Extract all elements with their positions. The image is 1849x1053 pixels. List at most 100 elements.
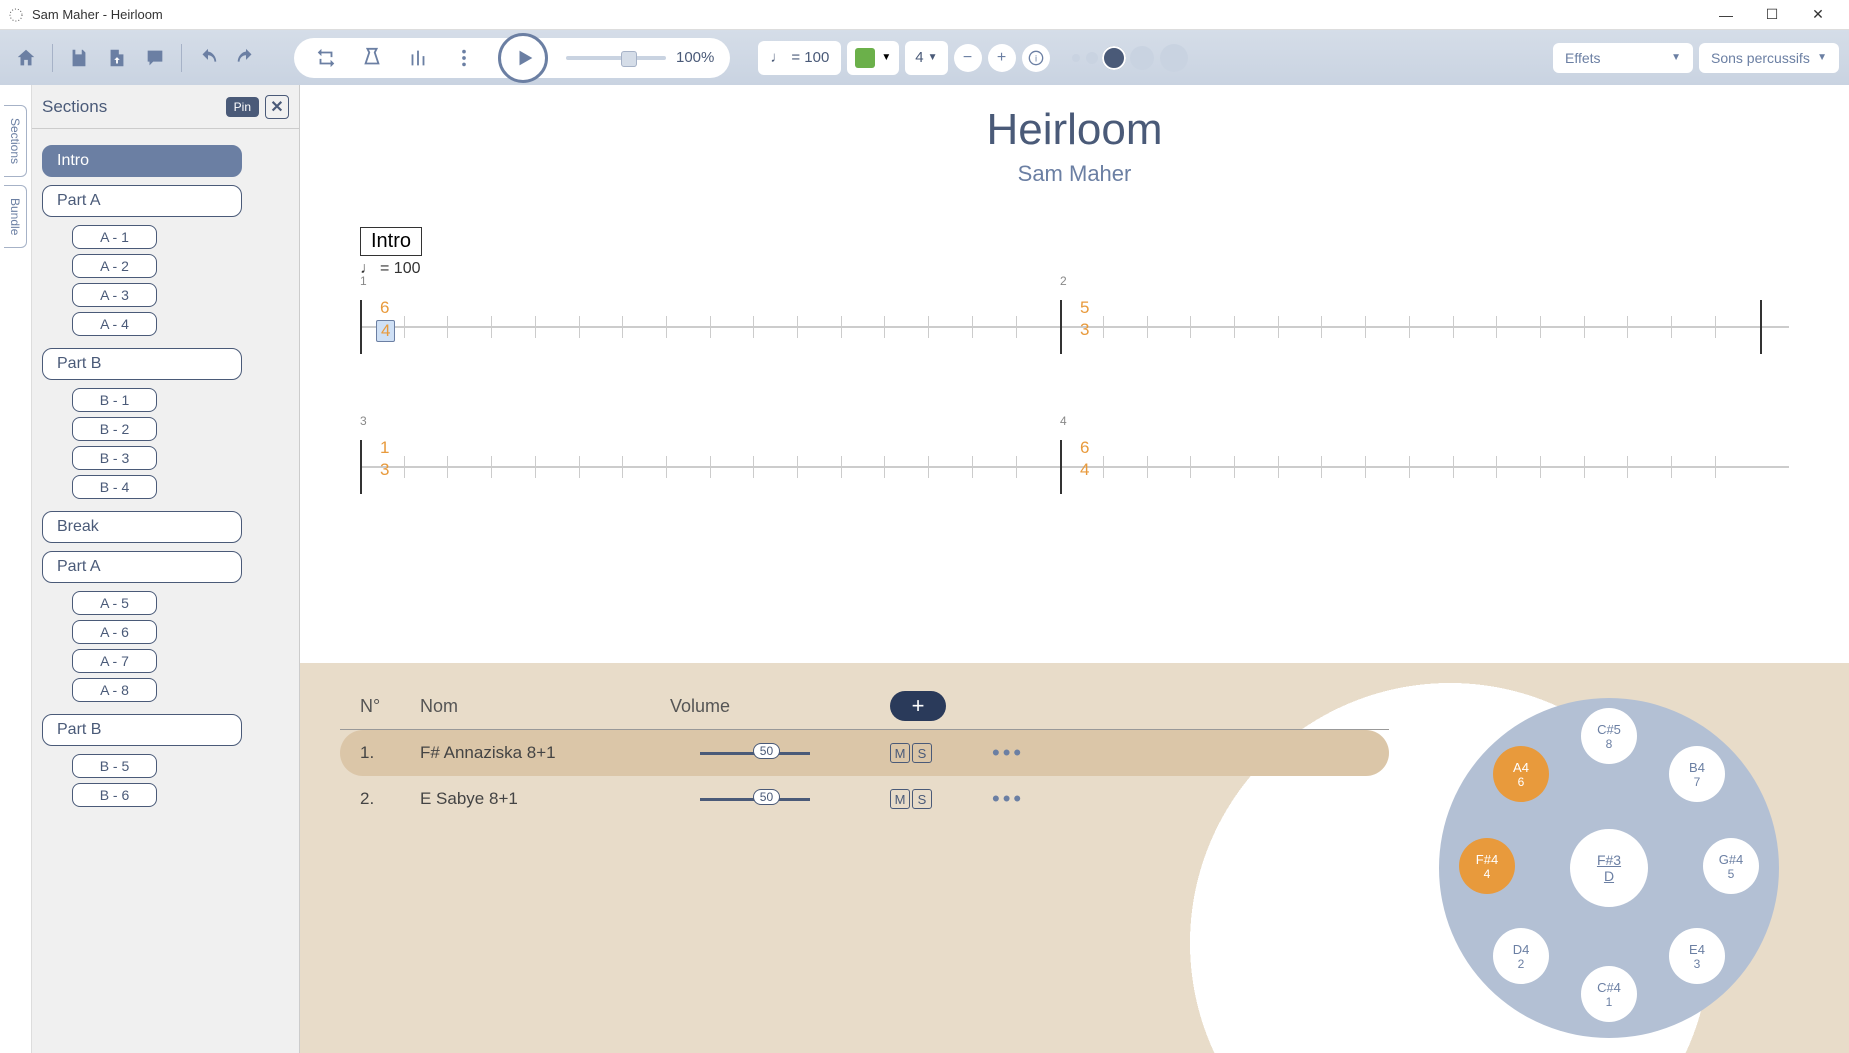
solo-button[interactable]: S [912, 743, 932, 763]
undo-button[interactable] [192, 42, 224, 74]
section-break[interactable]: Break [42, 511, 242, 543]
track-row[interactable]: 2. E Sabye 8+1 50 M S ••• [340, 776, 1389, 822]
info-button[interactable]: i [1022, 44, 1050, 72]
volume-slider[interactable]: 50 [700, 752, 810, 755]
col-num: N° [360, 696, 390, 717]
sections-title: Sections [42, 97, 226, 117]
chevron-down-icon: ▼ [928, 52, 938, 63]
sections-header: Sections Pin ✕ [32, 85, 299, 129]
handpan-note[interactable]: E43 [1669, 928, 1725, 984]
mute-button[interactable]: M [890, 789, 910, 809]
sections-body[interactable]: Intro Part A A - 1 A - 2 A - 3 A - 4 Par… [32, 129, 299, 1053]
side-tab-sections[interactable]: Sections [4, 105, 27, 177]
more-button[interactable] [448, 42, 480, 74]
sub-a3[interactable]: A - 3 [72, 283, 157, 307]
handpan[interactable]: F#3 D C#58 B47 G#45 E43 C#41 D42 F#44 A46 [1439, 698, 1779, 1038]
staff-line [360, 466, 1789, 468]
handpan-note[interactable]: C#58 [1581, 708, 1637, 764]
note[interactable]: 6 [1080, 438, 1089, 458]
home-button[interactable] [10, 42, 42, 74]
side-tab-bundle[interactable]: Bundle [4, 185, 27, 248]
tick [1147, 456, 1148, 478]
note[interactable]: 1 [380, 438, 389, 458]
redo-button[interactable] [230, 42, 262, 74]
metronome-button[interactable] [356, 42, 388, 74]
sub-a1[interactable]: A - 1 [72, 225, 157, 249]
handpan-note[interactable]: D42 [1493, 928, 1549, 984]
effects-dropdown[interactable]: Effets ▼ [1553, 43, 1693, 73]
dot-active[interactable] [1104, 48, 1124, 68]
handpan-note[interactable]: B47 [1669, 746, 1725, 802]
sub-a6[interactable]: A - 6 [72, 620, 157, 644]
sub-b2[interactable]: B - 2 [72, 417, 157, 441]
sub-a5[interactable]: A - 5 [72, 591, 157, 615]
mute-button[interactable]: M [890, 743, 910, 763]
toolbar: 100% ♩ = 100 ▼ 4 ▼ − + i Effets ▼ Sons p… [0, 30, 1849, 85]
minimize-button[interactable]: — [1703, 0, 1749, 30]
play-button[interactable] [498, 33, 548, 83]
maximize-button[interactable]: ☐ [1749, 0, 1795, 30]
dot-small[interactable] [1072, 54, 1080, 62]
solo-button[interactable]: S [912, 789, 932, 809]
color-picker[interactable]: ▼ [847, 41, 899, 75]
section-part-a-2[interactable]: Part A [42, 551, 242, 583]
plus-button[interactable]: + [988, 44, 1016, 72]
staff-row-1[interactable]: 1 2 /* ticks generated below via JS */ 6… [360, 288, 1789, 388]
sub-a4[interactable]: A - 4 [72, 312, 157, 336]
track-row[interactable]: 1. F# Annaziska 8+1 50 M S ••• [340, 730, 1389, 776]
dot-large[interactable] [1130, 46, 1154, 70]
section-intro[interactable]: Intro [42, 145, 242, 177]
zoom-slider[interactable] [566, 56, 666, 60]
tick [753, 456, 754, 478]
dot-xlarge[interactable] [1160, 44, 1188, 72]
section-part-b[interactable]: Part B [42, 348, 242, 380]
sub-b4[interactable]: B - 4 [72, 475, 157, 499]
tempo-box[interactable]: ♩ = 100 [758, 41, 841, 75]
note[interactable]: 3 [1080, 320, 1089, 340]
note[interactable]: 5 [1080, 298, 1089, 318]
export-button[interactable] [101, 42, 133, 74]
note-selected[interactable]: 4 [376, 320, 395, 342]
close-panel-button[interactable]: ✕ [265, 95, 289, 119]
col-name: Nom [420, 696, 640, 717]
section-part-b-2[interactable]: Part B [42, 714, 242, 746]
sub-a2[interactable]: A - 2 [72, 254, 157, 278]
dot-med[interactable] [1086, 52, 1098, 64]
beat-selector[interactable]: 4 ▼ [905, 41, 947, 75]
note[interactable]: 6 [380, 298, 389, 318]
staff-row-2[interactable]: 3 4 1 3 6 4 [360, 428, 1789, 528]
barline [1060, 300, 1062, 354]
tick [710, 456, 711, 478]
note[interactable]: 3 [380, 460, 389, 480]
sub-b6[interactable]: B - 6 [72, 783, 157, 807]
minus-button[interactable]: − [954, 44, 982, 72]
loop-button[interactable] [310, 42, 342, 74]
tick [841, 456, 842, 478]
sub-b1[interactable]: B - 1 [72, 388, 157, 412]
pin-button[interactable]: Pin [226, 97, 259, 117]
sub-a8[interactable]: A - 8 [72, 678, 157, 702]
track-more-button[interactable]: ••• [992, 786, 1024, 812]
section-part-a[interactable]: Part A [42, 185, 242, 217]
center-note: F#3 [1597, 852, 1621, 868]
tuning-button[interactable] [402, 42, 434, 74]
track-more-button[interactable]: ••• [992, 740, 1024, 766]
handpan-note[interactable]: A46 [1493, 746, 1549, 802]
add-track-button[interactable]: + [890, 691, 946, 721]
tracks: N° Nom Volume + 1. F# Annaziska 8+1 50 M… [340, 683, 1389, 1033]
handpan-note[interactable]: F#44 [1459, 838, 1515, 894]
tick [1321, 316, 1322, 338]
handpan-center[interactable]: F#3 D [1567, 826, 1651, 910]
comment-button[interactable] [139, 42, 171, 74]
note[interactable]: 4 [1080, 460, 1089, 480]
tick [1496, 456, 1497, 478]
handpan-note[interactable]: C#41 [1581, 966, 1637, 1022]
sub-b5[interactable]: B - 5 [72, 754, 157, 778]
percussive-dropdown[interactable]: Sons percussifs ▼ [1699, 43, 1839, 73]
sub-a7[interactable]: A - 7 [72, 649, 157, 673]
handpan-note[interactable]: G#45 [1703, 838, 1759, 894]
save-button[interactable] [63, 42, 95, 74]
close-button[interactable]: ✕ [1795, 0, 1841, 30]
sub-b3[interactable]: B - 3 [72, 446, 157, 470]
volume-slider[interactable]: 50 [700, 798, 810, 801]
